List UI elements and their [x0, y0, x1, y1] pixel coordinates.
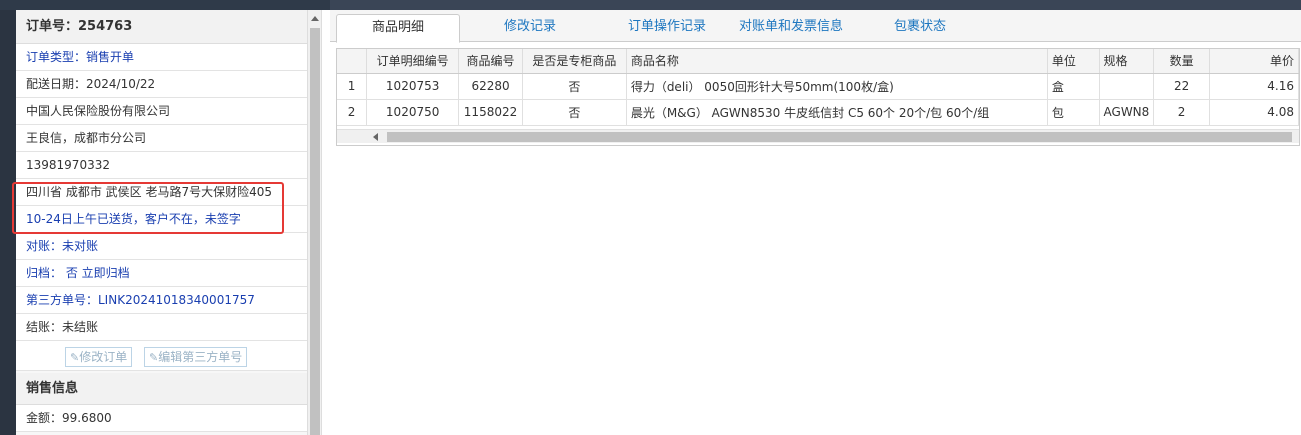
- col-spec[interactable]: 规格: [1099, 49, 1155, 74]
- spec: AGWN8: [1099, 99, 1155, 126]
- qty: 2: [1153, 99, 1210, 126]
- customer-company: 中国人民保险股份有限公司: [16, 98, 307, 125]
- table-row[interactable]: 1 1020753 62280 否 得力（deli） 0050回形针大号50mm…: [337, 73, 1299, 100]
- tab-operation-log[interactable]: 订单操作记录: [602, 14, 732, 42]
- sales-info-title: 销售信息: [16, 373, 307, 405]
- action-buttons: ✎修改订单 ✎编辑第三方单号: [16, 341, 307, 371]
- scroll-thumb[interactable]: [310, 28, 320, 435]
- sales-amount: 金额：99.6800: [16, 405, 307, 432]
- top-bar: [0, 0, 1301, 10]
- order-number: 订单号：254763: [16, 10, 307, 44]
- customer-phone: 13981970332: [16, 152, 307, 179]
- col-unit[interactable]: 单位: [1047, 49, 1100, 74]
- product-name-link[interactable]: 得力（deli） 0050回形针大号50mm(100枚/盒): [626, 73, 1048, 100]
- tab-product-detail[interactable]: 商品明细: [336, 14, 460, 43]
- product-name-link[interactable]: 晨光（M&G） AGWN8530 牛皮纸信封 C5 60个 20个/包 60个/…: [626, 99, 1048, 126]
- tab-edit-history[interactable]: 修改记录: [470, 14, 590, 42]
- settle-status: 结账：未结账: [16, 314, 307, 341]
- price: 4.08: [1209, 99, 1299, 126]
- table-horizontal-scrollbar[interactable]: [337, 129, 1299, 143]
- product-table: 订单明细编号 商品编号 是否是专柜商品 商品名称 单位 规格 数量 单价 1 1…: [336, 48, 1300, 146]
- col-detail-no[interactable]: 订单明细编号: [366, 49, 460, 74]
- sku-link[interactable]: 1158022: [458, 99, 524, 126]
- left-panel-scrollbar[interactable]: [308, 10, 322, 435]
- order-info-panel: 订单号：254763 订单类型：销售开单 配送日期：2024/10/22 中国人…: [16, 10, 308, 435]
- table-row[interactable]: 2 1020750 1158022 否 晨光（M&G） AGWN8530 牛皮纸…: [337, 99, 1299, 126]
- tab-bar: 商品明细 修改记录 订单操作记录 对账单和发票信息 包裹状态: [330, 10, 1301, 43]
- edit-icon: ✎: [70, 351, 80, 364]
- detail-panel: 商品明细 修改记录 订单操作记录 对账单和发票信息 包裹状态 订单明细编号 商品…: [330, 10, 1301, 435]
- spec: [1099, 73, 1155, 100]
- third-party-number: 第三方单号：LINK20241018340001757: [16, 287, 307, 314]
- customer-contact: 王良信，成都市分公司: [16, 125, 307, 152]
- order-remark: 10-24日上午已送货，客户不在，未签字: [16, 206, 307, 233]
- counter-flag: 否: [522, 99, 627, 126]
- order-type: 订单类型：销售开单: [16, 44, 307, 71]
- col-counter[interactable]: 是否是专柜商品: [522, 49, 627, 74]
- edit-icon: ✎: [149, 351, 159, 364]
- customer-address: 四川省 成都市 武侯区 老马路7号大保财险405: [16, 179, 307, 206]
- price: 4.16: [1209, 73, 1299, 100]
- left-edge: [0, 10, 16, 435]
- reconcile-status: 对账：未对账: [16, 233, 307, 260]
- col-index: [337, 49, 368, 74]
- edit-third-party-button[interactable]: ✎编辑第三方单号: [144, 347, 248, 367]
- col-qty[interactable]: 数量: [1153, 49, 1210, 74]
- table-header-row: 订单明细编号 商品编号 是否是专柜商品 商品名称 单位 规格 数量 单价: [337, 49, 1299, 74]
- detail-no: 1020750: [366, 99, 460, 126]
- row-index: 2: [337, 99, 368, 126]
- unit: 盒: [1047, 73, 1100, 100]
- tab-statement-invoice[interactable]: 对账单和发票信息: [726, 14, 856, 42]
- col-price[interactable]: 单价: [1209, 49, 1299, 74]
- unit: 包: [1047, 99, 1100, 126]
- col-name[interactable]: 商品名称: [626, 49, 1048, 74]
- sku-link[interactable]: 62280: [458, 73, 524, 100]
- col-sku[interactable]: 商品编号: [458, 49, 524, 74]
- scroll-thumb[interactable]: [387, 132, 1292, 142]
- row-index: 1: [337, 73, 368, 100]
- edit-order-button[interactable]: ✎修改订单: [65, 347, 133, 367]
- delivery-date: 配送日期：2024/10/22: [16, 71, 307, 98]
- scroll-up-arrow-icon[interactable]: [311, 16, 319, 21]
- tab-package-status[interactable]: 包裹状态: [868, 14, 972, 42]
- archive-status[interactable]: 归档： 否 立即归档: [16, 260, 307, 287]
- qty: 22: [1153, 73, 1210, 100]
- counter-flag: 否: [522, 73, 627, 100]
- detail-no: 1020753: [366, 73, 460, 100]
- top-bar-strip: [330, 0, 1301, 10]
- scroll-left-arrow-icon[interactable]: [373, 133, 378, 141]
